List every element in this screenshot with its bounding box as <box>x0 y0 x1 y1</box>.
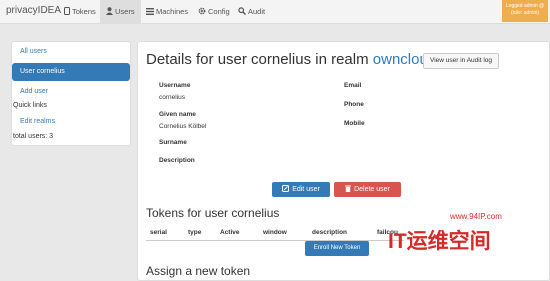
title-prefix: Details for user cornelius in realm <box>146 51 369 68</box>
logged-user-box[interactable]: Logged admin @ (role: admin) <box>502 0 548 22</box>
col-type[interactable]: type <box>188 229 201 236</box>
nav-audit[interactable]: Audit <box>232 0 271 24</box>
sidebar: All users User cornelius Add user Quick … <box>11 41 131 146</box>
nav-machines-label: Machines <box>156 7 189 16</box>
given-name-value: Cornelius Kölbel <box>159 123 207 130</box>
sidebar-item-add-user[interactable]: Add user <box>20 88 48 95</box>
delete-user-label: Delete user <box>354 186 390 193</box>
surname-label: Surname <box>159 139 187 146</box>
enroll-new-token-button[interactable]: Enroll New Token <box>305 241 369 256</box>
assign-section-title: Assign a new token <box>146 264 251 278</box>
sidebar-item-edit-realms[interactable]: Edit realms <box>20 118 55 125</box>
nav-tokens[interactable]: Tokens <box>58 0 102 24</box>
col-window[interactable]: window <box>263 229 287 236</box>
total-users-count: total users: 3 <box>13 133 54 140</box>
quick-links-heading: Quick links <box>13 102 47 109</box>
edit-user-button[interactable]: Edit user <box>272 182 330 197</box>
sidebar-item-user-cornelius[interactable]: User cornelius <box>12 63 130 81</box>
nav-users-label: Users <box>115 7 135 16</box>
list-icon <box>146 8 154 15</box>
search-icon <box>238 7 246 15</box>
given-name-label: Given name <box>159 111 196 118</box>
tokens-section-title: Tokens for user cornelius <box>146 206 280 220</box>
col-description[interactable]: description <box>312 229 347 236</box>
watermark-url: www.94IP.com <box>450 212 502 221</box>
nav-config-label: Config <box>208 7 230 16</box>
top-navbar: privacyIDEA Tokens Users Machines Config… <box>0 0 550 24</box>
gear-icon <box>198 7 206 15</box>
nav-tokens-label: Tokens <box>72 7 96 16</box>
nav-config[interactable]: Config <box>192 0 236 24</box>
edit-user-label: Edit user <box>292 186 320 193</box>
description-label: Description <box>159 157 195 164</box>
watermark-text: IT运维空间 <box>388 230 491 253</box>
brand-logo[interactable]: privacyIDEA <box>6 5 61 16</box>
username-value: cornelius <box>159 94 186 101</box>
mobile-label: Mobile <box>344 120 365 127</box>
edit-icon <box>282 185 290 192</box>
col-active[interactable]: Active <box>220 229 240 236</box>
user-box-line1: Logged admin @ <box>505 3 545 9</box>
nav-audit-label: Audit <box>248 7 266 16</box>
user-box-line2: (role: admin) <box>510 10 540 16</box>
nav-machines[interactable]: Machines <box>140 0 194 24</box>
sidebar-item-all-users[interactable]: All users <box>20 48 47 55</box>
trash-icon <box>345 185 352 192</box>
username-label: Username <box>159 82 191 89</box>
email-label: Email <box>344 82 362 89</box>
delete-user-button[interactable]: Delete user <box>334 182 401 197</box>
nav-users[interactable]: Users <box>100 0 141 24</box>
page-title: Details for user cornelius in realm ownc… <box>146 51 436 68</box>
mobile-icon <box>64 7 70 15</box>
col-serial[interactable]: serial <box>150 229 167 236</box>
phone-label: Phone <box>344 101 364 108</box>
view-audit-log-button[interactable]: View user in Audit log <box>423 53 499 69</box>
user-icon <box>106 7 113 15</box>
